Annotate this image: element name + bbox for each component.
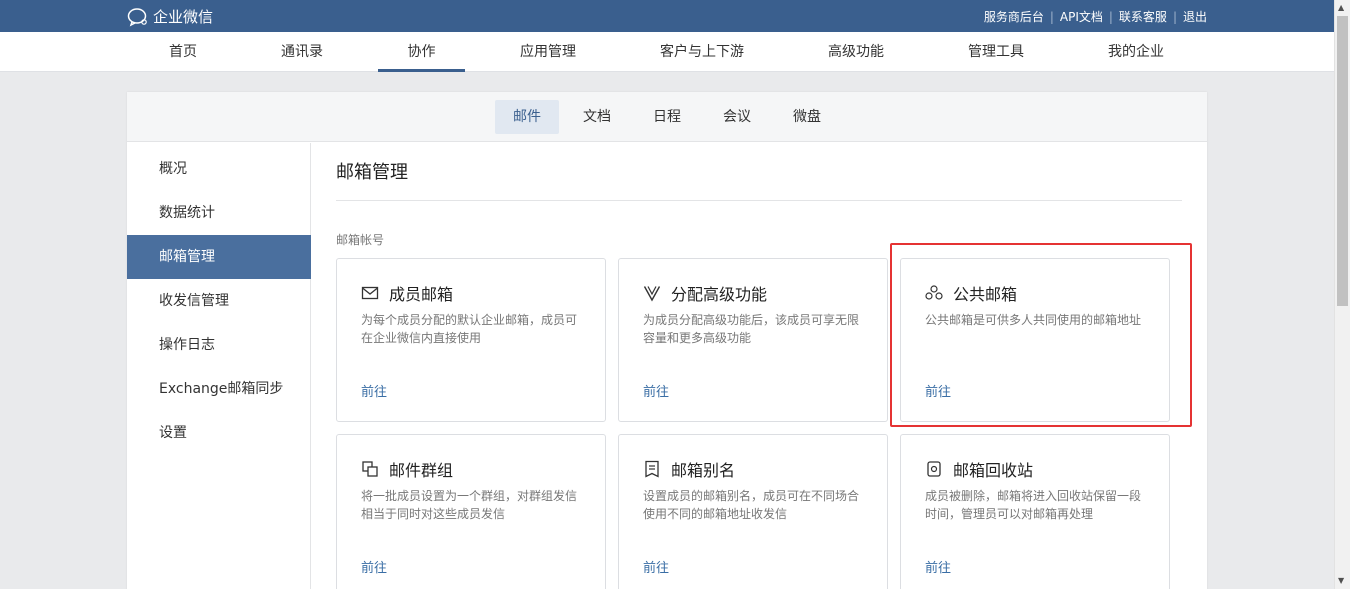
logout-link[interactable]: 退出 [1183,8,1207,25]
card-mail-group[interactable]: 邮件群组 将一批成员设置为一个群组，对群组发信相当于同时对这些成员发信 前往 [336,434,606,589]
tab-drive[interactable]: 微盘 [779,100,835,134]
logo-text: 企业微信 [153,8,214,26]
sidebar-item-overview[interactable]: 概况 [127,147,311,191]
sidebar-item-mailbox-management[interactable]: 邮箱管理 [127,235,311,279]
tab-schedule[interactable]: 日程 [639,100,695,134]
separator: | [1108,9,1113,24]
card-description: 设置成员的邮箱别名，成员可在不同场合使用不同的邮箱地址收发信 [643,489,860,521]
card-go-link[interactable]: 前往 [925,557,951,576]
service-provider-link[interactable]: 服务商后台 [984,8,1044,25]
main-nav: 首页 通讯录 协作 应用管理 客户与上下游 高级功能 管理工具 我的企业 [0,32,1334,72]
card-member-mailbox[interactable]: 成员邮箱 为每个成员分配的默认企业邮箱，成员可在企业微信内直接使用 前往 [336,258,606,422]
scroll-thumb[interactable] [1337,16,1348,306]
tab-mail[interactable]: 邮件 [495,100,559,134]
page-title: 邮箱管理 [336,162,408,183]
nav-app-management[interactable]: 应用管理 [508,32,588,72]
card-description: 为成员分配高级功能后，该成员可享无限容量和更多高级功能 [643,313,860,345]
group-squares-icon [362,461,378,477]
sidebar-item-statistics[interactable]: 数据统计 [127,191,311,235]
top-bar: 企业微信 服务商后台 | API文档 | 联系客服 | 退出 [0,0,1334,32]
nav-collaboration[interactable]: 协作 [378,32,465,72]
v-badge-icon [643,286,661,302]
scroll-up-arrow-icon[interactable]: ▲ [1338,3,1344,12]
document-list-icon [645,460,659,478]
logo[interactable]: 企业微信 [127,6,213,27]
nav-advanced[interactable]: 高级功能 [818,32,894,72]
nav-customers[interactable]: 客户与上下游 [652,32,752,72]
separator: | [1172,9,1177,24]
card-go-link[interactable]: 前往 [361,557,387,576]
top-links: 服务商后台 | API文档 | 联系客服 | 退出 [984,8,1207,25]
card-description: 成员被删除，邮箱将进入回收站保留一段时间，管理员可以对邮箱再处理 [925,489,1142,521]
nav-home[interactable]: 首页 [150,32,216,72]
vertical-scrollbar[interactable]: ▲ ▼ [1334,0,1350,589]
recycle-bin-icon [927,461,941,477]
wecom-logo-icon [127,7,147,26]
card-go-link[interactable]: 前往 [643,557,669,576]
envelope-icon [361,286,379,300]
sub-nav: 邮件 文档 日程 会议 微盘 [127,92,1207,142]
card-title: 成员邮箱 [389,285,454,304]
tab-meeting[interactable]: 会议 [709,100,765,134]
sidebar-item-operation-log[interactable]: 操作日志 [127,323,311,367]
card-mailbox-recycle-bin[interactable]: 邮箱回收站 成员被删除，邮箱将进入回收站保留一段时间，管理员可以对邮箱再处理 前… [900,434,1170,589]
card-description: 将一批成员设置为一个群组，对群组发信相当于同时对这些成员发信 [361,489,578,521]
api-docs-link[interactable]: API文档 [1060,8,1103,25]
sidebar-item-exchange-sync[interactable]: Exchange邮箱同步 [127,367,311,411]
highlight-box [890,243,1192,427]
sidebar-item-mail-flow[interactable]: 收发信管理 [127,279,311,323]
section-label: 邮箱帐号 [336,233,385,247]
card-go-link[interactable]: 前往 [643,381,669,400]
sidebar: 概况 数据统计 邮箱管理 收发信管理 操作日志 Exchange邮箱同步 设置 [127,143,311,589]
contact-support-link[interactable]: 联系客服 [1119,8,1167,25]
nav-admin-tools[interactable]: 管理工具 [958,32,1034,72]
card-title: 分配高级功能 [671,285,768,304]
card-title: 邮件群组 [389,461,454,480]
card-go-link[interactable]: 前往 [361,381,387,400]
sidebar-item-settings[interactable]: 设置 [127,411,311,455]
nav-my-company[interactable]: 我的企业 [1098,32,1174,72]
card-title: 邮箱别名 [671,461,736,480]
card-advanced-features[interactable]: 分配高级功能 为成员分配高级功能后，该成员可享无限容量和更多高级功能 前往 [618,258,888,422]
card-mailbox-alias[interactable]: 邮箱别名 设置成员的邮箱别名，成员可在不同场合使用不同的邮箱地址收发信 前往 [618,434,888,589]
card-title: 邮箱回收站 [953,461,1034,480]
tab-docs[interactable]: 文档 [569,100,625,134]
nav-contacts[interactable]: 通讯录 [268,32,336,72]
scroll-down-arrow-icon[interactable]: ▼ [1338,576,1344,585]
divider [336,200,1182,201]
card-description: 为每个成员分配的默认企业邮箱，成员可在企业微信内直接使用 [361,313,578,345]
separator: | [1049,9,1054,24]
